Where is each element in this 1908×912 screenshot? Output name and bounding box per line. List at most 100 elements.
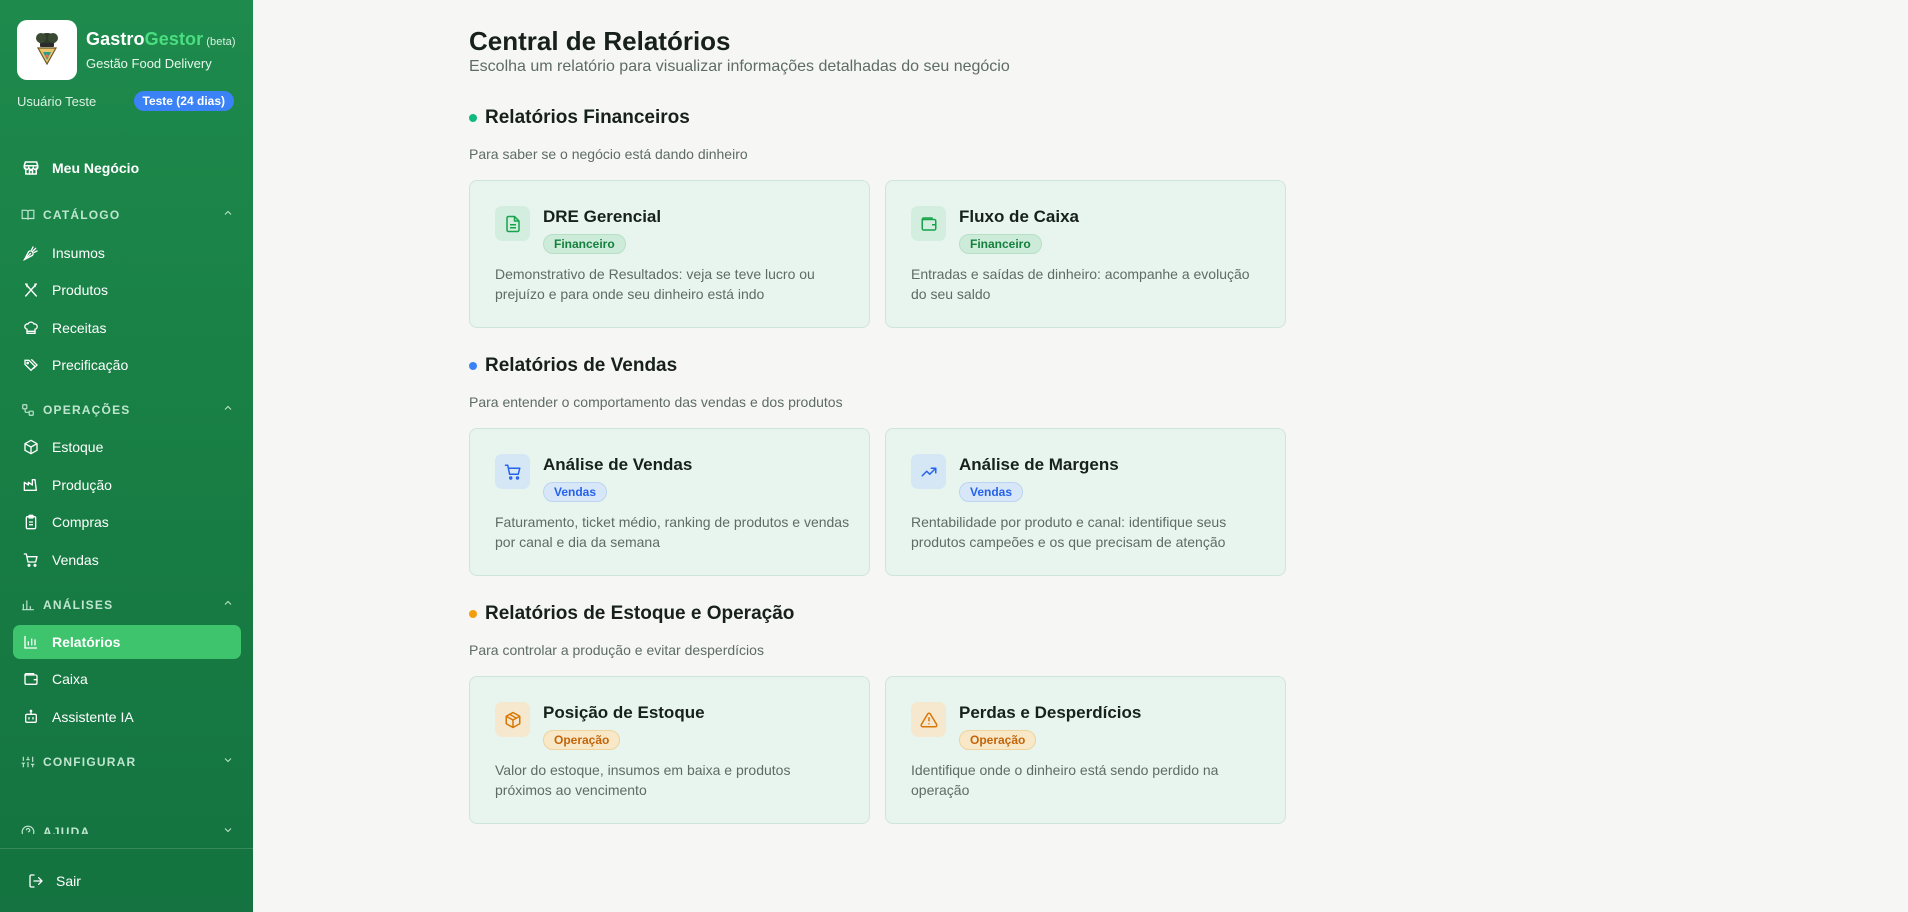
section-label: OPERAÇÕES — [43, 402, 131, 417]
chevron-up-icon — [222, 207, 234, 222]
bar-chart-icon — [22, 633, 40, 651]
card-badge: Financeiro — [543, 234, 626, 254]
section-operacoes[interactable]: OPERAÇÕES — [21, 402, 234, 417]
nav-label: Insumos — [52, 245, 105, 261]
trial-badge[interactable]: Teste (24 dias) — [133, 91, 234, 111]
nav-producao[interactable]: Produção — [13, 468, 241, 502]
card-title: Fluxo de Caixa — [959, 207, 1079, 226]
sidebar: GastroGestor (beta) Gestão Food Delivery … — [0, 0, 253, 912]
user-name: Usuário Teste — [17, 93, 97, 109]
nav-label: Meu Negócio — [52, 160, 140, 176]
section-label: CATÁLOGO — [43, 207, 121, 222]
nav-label: Vendas — [52, 552, 99, 568]
trending-up-icon — [911, 454, 946, 489]
section-title-estoque-operacao: Relatórios de Estoque e Operação — [469, 603, 794, 625]
chevron-up-icon — [222, 597, 234, 612]
nav-estoque[interactable]: Estoque — [13, 430, 241, 464]
card-title: Análise de Margens — [959, 455, 1119, 474]
card-badge: Vendas — [959, 482, 1024, 502]
logout-icon — [28, 873, 44, 889]
workflow-icon — [21, 403, 35, 417]
section-configurar[interactable]: CONFIGURAR — [21, 754, 234, 769]
user-row: Usuário Teste Teste (24 dias) — [17, 91, 234, 111]
cart-icon — [495, 454, 530, 489]
tags-icon — [22, 356, 40, 374]
nav-meu-negocio[interactable]: Meu Negócio — [13, 151, 241, 185]
sliders-icon — [21, 755, 35, 769]
card-badge: Vendas — [543, 482, 608, 502]
report-card-dre[interactable]: DRE Gerencial Financeiro Demonstrativo d… — [469, 180, 870, 328]
card-title: Posição de Estoque — [543, 703, 705, 722]
nav-precificacao[interactable]: Precificação — [13, 348, 241, 382]
section-dot — [469, 362, 477, 370]
section-label: ANÁLISES — [43, 597, 114, 612]
card-title: Perdas e Desperdícios — [959, 703, 1142, 722]
section-title-vendas: Relatórios de Vendas — [469, 355, 677, 377]
factory-icon — [22, 476, 40, 494]
card-title: Análise de Vendas — [543, 455, 693, 474]
logout-label: Sair — [56, 873, 81, 889]
carrot-icon — [22, 244, 40, 262]
section-description: Para saber se o negócio está dando dinhe… — [469, 146, 748, 162]
card-description: Identifique onde o dinheiro está sendo p… — [911, 762, 1219, 798]
section-dot — [469, 610, 477, 618]
nav-relatorios[interactable]: Relatórios — [13, 625, 241, 659]
card-description: Valor do estoque, insumos em baixa e pro… — [495, 762, 791, 798]
sidebar-divider — [0, 848, 253, 849]
bot-icon — [22, 708, 40, 726]
cart-icon — [22, 551, 40, 569]
wallet-icon — [22, 670, 40, 688]
logout-button[interactable]: Sair — [28, 873, 81, 889]
nav-assistente-ia[interactable]: Assistente IA — [13, 700, 241, 734]
chevron-down-icon — [222, 754, 234, 769]
document-icon — [495, 206, 530, 241]
page-subtitle: Escolha um relatório para visualizar inf… — [469, 58, 1010, 75]
nav-label: Compras — [52, 514, 109, 530]
section-title-text: Relatórios de Estoque e Operação — [485, 603, 795, 624]
card-description: Entradas e saídas de dinheiro: acompanhe… — [911, 266, 1250, 302]
chevron-up-icon — [222, 402, 234, 417]
nav-label: Receitas — [52, 320, 107, 336]
box-icon — [22, 438, 40, 456]
report-card-posicao-estoque[interactable]: Posição de Estoque Operação Valor do est… — [469, 676, 870, 824]
clipboard-icon — [22, 513, 40, 531]
report-card-analise-margens[interactable]: Análise de Margens Vendas Rentabilidade … — [885, 428, 1286, 576]
nav-caixa[interactable]: Caixa — [13, 662, 241, 696]
wallet-icon — [911, 206, 946, 241]
page-title: Central de Relatórios — [469, 26, 731, 56]
section-analises[interactable]: ANÁLISES — [21, 597, 234, 612]
nav-vendas[interactable]: Vendas — [13, 543, 241, 577]
card-description: Demonstrativo de Resultados: veja se tev… — [495, 266, 815, 302]
nav-compras[interactable]: Compras — [13, 505, 241, 539]
card-badge: Operação — [543, 730, 621, 750]
chevron-down-icon — [222, 824, 234, 834]
brand[interactable]: GastroGestor (beta) Gestão Food Delivery — [17, 20, 236, 80]
section-catalogo[interactable]: CATÁLOGO — [21, 207, 234, 222]
chef-logo-icon — [36, 33, 58, 66]
report-card-fluxo-caixa[interactable]: Fluxo de Caixa Financeiro Entradas e saí… — [885, 180, 1286, 328]
logo — [17, 20, 77, 80]
section-description: Para controlar a produção e evitar despe… — [469, 642, 764, 658]
nav-insumos[interactable]: Insumos — [13, 236, 241, 270]
section-ajuda[interactable]: AJUDA — [21, 824, 234, 834]
report-card-perdas-desperdicios[interactable]: Perdas e Desperdícios Operação Identifiq… — [885, 676, 1286, 824]
nav-produtos[interactable]: Produtos — [13, 273, 241, 307]
chef-hat-icon — [22, 319, 40, 337]
nav-label: Relatórios — [52, 634, 121, 650]
section-title-text: Relatórios Financeiros — [485, 107, 690, 128]
book-icon — [21, 208, 35, 222]
report-card-analise-vendas[interactable]: Análise de Vendas Vendas Faturamento, ti… — [469, 428, 870, 576]
section-title-text: Relatórios de Vendas — [485, 355, 678, 376]
nav-receitas[interactable]: Receitas — [13, 311, 241, 345]
brand-name: GastroGestor (beta) — [86, 29, 236, 49]
nav-label: Assistente IA — [52, 709, 134, 725]
beta-label: (beta) — [206, 36, 236, 48]
section-label: AJUDA — [43, 824, 91, 835]
section-label: CONFIGURAR — [43, 754, 137, 769]
nav-label: Caixa — [52, 671, 88, 687]
nav-label: Precificação — [52, 357, 129, 373]
bar-chart-icon — [21, 598, 35, 612]
card-description: Rentabilidade por produto e canal: ident… — [911, 514, 1227, 550]
package-icon — [495, 702, 530, 737]
section-title-financeiros: Relatórios Financeiros — [469, 107, 690, 129]
